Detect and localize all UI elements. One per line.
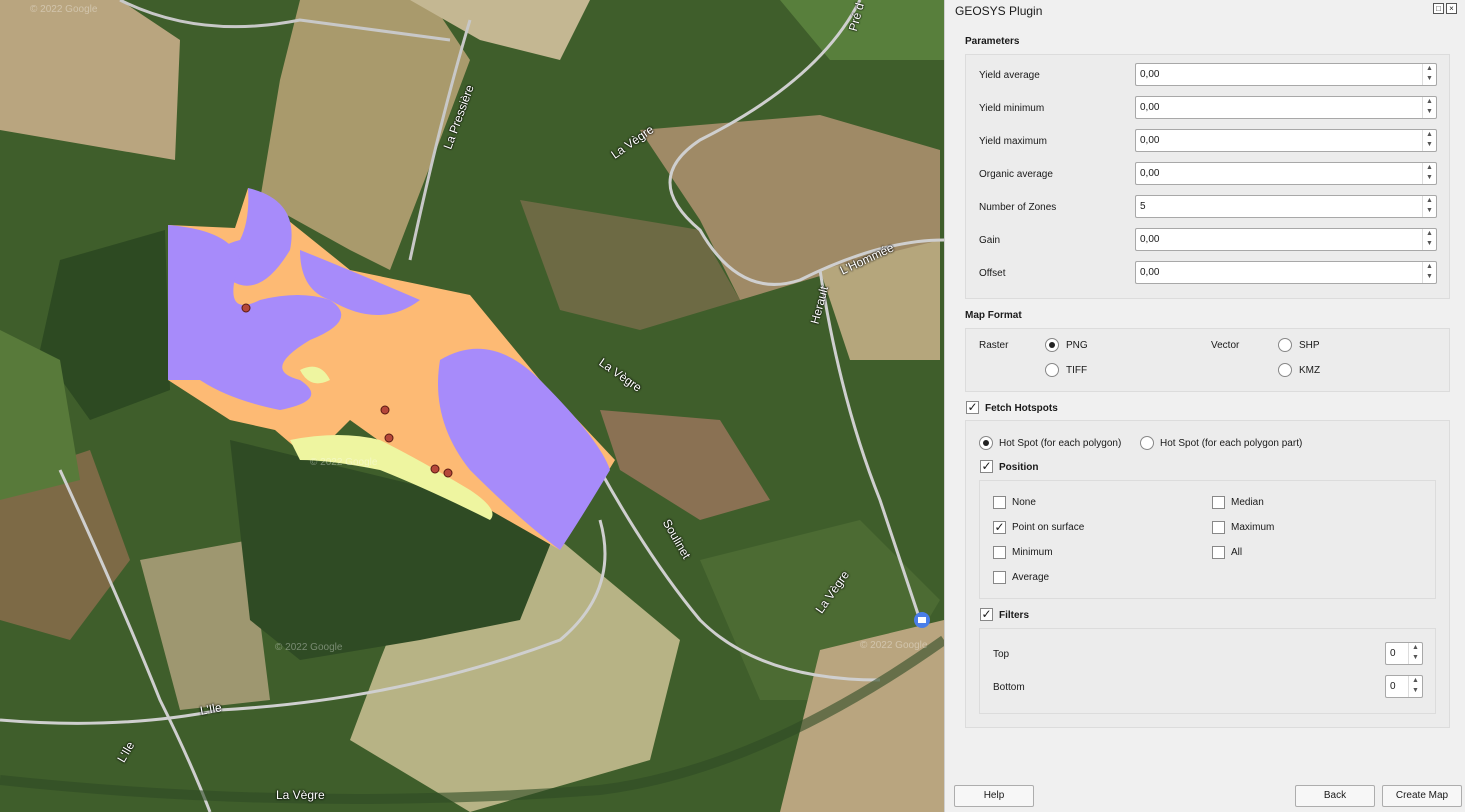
increment-icon: ▲ <box>1412 644 1419 651</box>
float-icon[interactable]: □ <box>1433 3 1444 14</box>
create-map-button[interactable]: Create Map <box>1382 785 1462 807</box>
fetch-hotspots-label[interactable]: Fetch Hotspots <box>985 403 1058 414</box>
kmz-label[interactable]: KMZ <box>1299 365 1320 376</box>
median-label[interactable]: Median <box>1231 497 1264 508</box>
road-label: La Vègre <box>276 788 325 802</box>
increment-icon: ▲ <box>1426 98 1433 105</box>
increment-icon: ▲ <box>1426 164 1433 171</box>
map-canvas[interactable]: La Pressière La Vègre La Vègre L'Hommée … <box>0 0 944 812</box>
map-watermark: © 2022 Google <box>275 642 343 653</box>
map-watermark: © 2022 Google <box>30 4 98 15</box>
hotspot-marker <box>443 468 453 478</box>
map-watermark: © 2022 Google <box>310 457 378 468</box>
bottom-input[interactable]: 0 ▲ ▼ <box>1385 675 1423 698</box>
increment-icon: ▲ <box>1426 230 1433 237</box>
png-radio[interactable] <box>1045 338 1059 352</box>
map-format-group <box>965 328 1450 392</box>
number-of-zones-input[interactable]: 5 ▲ ▼ <box>1135 195 1437 218</box>
gain-label: Gain <box>979 235 1001 246</box>
top-label: Top <box>993 649 1010 660</box>
decrement-icon: ▼ <box>1412 687 1419 694</box>
hotspot-marker <box>384 433 394 443</box>
maximum-label[interactable]: Maximum <box>1231 522 1274 533</box>
gain-input[interactable]: 0,00 ▲ ▼ <box>1135 228 1437 251</box>
none-label[interactable]: None <box>1012 497 1036 508</box>
hotspot-marker <box>241 303 251 313</box>
tiff-radio[interactable] <box>1045 363 1059 377</box>
back-button[interactable]: Back <box>1295 785 1375 807</box>
filters-checkbox[interactable]: ✓ <box>980 608 993 621</box>
decrement-icon: ▼ <box>1426 207 1433 214</box>
increment-icon: ▲ <box>1426 65 1433 72</box>
kmz-radio[interactable] <box>1278 363 1292 377</box>
bottom-label: Bottom <box>993 682 1025 693</box>
decrement-icon: ▼ <box>1426 108 1433 115</box>
yield-minimum-label: Yield minimum <box>979 103 1045 114</box>
increment-icon: ▲ <box>1412 677 1419 684</box>
increment-icon: ▲ <box>1426 197 1433 204</box>
minimum-label[interactable]: Minimum <box>1012 547 1053 558</box>
decrement-icon: ▼ <box>1426 240 1433 247</box>
help-button[interactable]: Help <box>954 785 1034 807</box>
point-on-surface-checkbox[interactable]: ✓ <box>993 521 1006 534</box>
yield-minimum-input[interactable]: 0,00 ▲ ▼ <box>1135 96 1437 119</box>
hotspot-per-polygon-radio[interactable] <box>979 436 993 450</box>
organic-average-input[interactable]: 0,00 ▲ ▼ <box>1135 162 1437 185</box>
close-icon[interactable]: × <box>1446 3 1457 14</box>
panel-title: GEOSYS Plugin <box>955 4 1043 18</box>
png-label[interactable]: PNG <box>1066 340 1088 351</box>
none-checkbox[interactable] <box>993 496 1006 509</box>
yield-maximum-input[interactable]: 0,00 ▲ ▼ <box>1135 129 1437 152</box>
geosys-plugin-panel: GEOSYS Plugin □ × Parameters Yield avera… <box>944 0 1465 812</box>
decrement-icon: ▼ <box>1426 174 1433 181</box>
yield-maximum-label: Yield maximum <box>979 136 1047 147</box>
yield-average-label: Yield average <box>979 70 1040 81</box>
all-checkbox[interactable] <box>1212 546 1225 559</box>
point-on-surface-label[interactable]: Point on surface <box>1012 522 1084 533</box>
shp-radio[interactable] <box>1278 338 1292 352</box>
vector-label: Vector <box>1211 340 1240 351</box>
offset-label: Offset <box>979 268 1006 279</box>
tiff-label[interactable]: TIFF <box>1066 365 1087 376</box>
decrement-icon: ▼ <box>1426 273 1433 280</box>
all-label[interactable]: All <box>1231 547 1242 558</box>
map-watermark: © 2022 Google <box>860 640 928 651</box>
median-checkbox[interactable] <box>1212 496 1225 509</box>
parameters-heading: Parameters <box>965 36 1020 47</box>
hotspot-marker <box>430 464 440 474</box>
decrement-icon: ▼ <box>1412 654 1419 661</box>
filters-label[interactable]: Filters <box>999 610 1029 621</box>
fetch-hotspots-checkbox[interactable]: ✓ <box>966 401 979 414</box>
hotspot-per-polygon-label[interactable]: Hot Spot (for each polygon) <box>999 438 1121 449</box>
organic-average-label: Organic average <box>979 169 1053 180</box>
minimum-checkbox[interactable] <box>993 546 1006 559</box>
number-of-zones-label: Number of Zones <box>979 202 1057 213</box>
average-label[interactable]: Average <box>1012 572 1049 583</box>
decrement-icon: ▼ <box>1426 75 1433 82</box>
shp-label[interactable]: SHP <box>1299 340 1320 351</box>
raster-label: Raster <box>979 340 1009 351</box>
hotspot-per-part-label[interactable]: Hot Spot (for each polygon part) <box>1160 438 1302 449</box>
filters-group <box>979 628 1436 714</box>
increment-icon: ▲ <box>1426 263 1433 270</box>
satellite-map <box>0 0 944 812</box>
average-checkbox[interactable] <box>993 571 1006 584</box>
hotspot-per-part-radio[interactable] <box>1140 436 1154 450</box>
hotspot-marker <box>380 405 390 415</box>
map-format-heading: Map Format <box>965 310 1022 321</box>
maximum-checkbox[interactable] <box>1212 521 1225 534</box>
top-input[interactable]: 0 ▲ ▼ <box>1385 642 1423 665</box>
position-checkbox[interactable]: ✓ <box>980 460 993 473</box>
decrement-icon: ▼ <box>1426 141 1433 148</box>
offset-input[interactable]: 0,00 ▲ ▼ <box>1135 261 1437 284</box>
position-label[interactable]: Position <box>999 462 1038 473</box>
yield-average-input[interactable]: 0,00 ▲ ▼ <box>1135 63 1437 86</box>
increment-icon: ▲ <box>1426 131 1433 138</box>
